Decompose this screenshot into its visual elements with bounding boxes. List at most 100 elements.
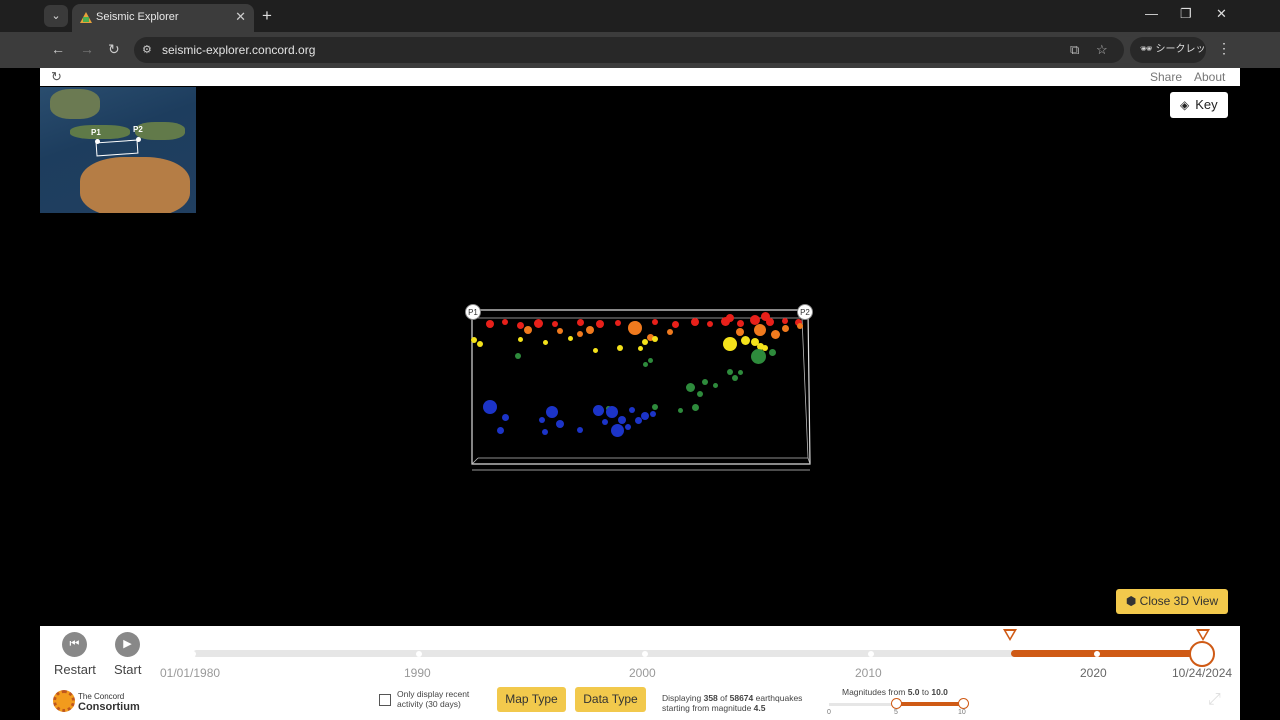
earthquake-marker[interactable]	[652, 336, 658, 342]
earthquake-marker[interactable]	[770, 329, 780, 339]
restore-icon[interactable]: ❐	[1180, 6, 1192, 22]
earthquake-marker[interactable]	[685, 382, 695, 392]
earthquake-marker[interactable]	[652, 404, 658, 410]
earthquake-marker[interactable]	[539, 417, 545, 423]
cross-section-p1-marker[interactable]: P1	[465, 304, 481, 320]
earthquake-marker[interactable]	[552, 321, 558, 327]
earthquake-marker[interactable]	[596, 320, 604, 328]
tab-search-button[interactable]: ⌄	[44, 5, 68, 27]
earthquake-marker[interactable]	[477, 341, 483, 347]
about-link[interactable]: About	[1194, 70, 1225, 84]
close-3d-view-button[interactable]: ⬢ Close 3D View	[1116, 589, 1228, 614]
earthquake-marker[interactable]	[515, 353, 521, 359]
earthquake-marker[interactable]	[586, 326, 594, 334]
cross-section-box[interactable]	[95, 139, 139, 157]
earthquake-marker[interactable]	[642, 361, 648, 367]
data-type-button[interactable]: Data Type	[575, 687, 646, 712]
earthquake-marker[interactable]	[610, 423, 624, 437]
earthquake-marker[interactable]	[567, 335, 573, 341]
earthquake-marker[interactable]	[556, 420, 564, 428]
earthquake-marker[interactable]	[726, 314, 734, 322]
earthquake-marker[interactable]	[517, 336, 523, 342]
earthquake-marker[interactable]	[750, 348, 766, 364]
reload-icon[interactable]: ↻	[108, 41, 120, 58]
magnitude-max-handle[interactable]	[958, 698, 969, 709]
earthquake-marker[interactable]	[740, 335, 750, 345]
earthquake-marker[interactable]	[606, 406, 618, 418]
earthquake-marker[interactable]	[617, 345, 623, 351]
back-icon[interactable]: ←	[51, 41, 65, 57]
fullscreen-icon[interactable]: ⤢	[1208, 691, 1221, 709]
earthquake-marker[interactable]	[697, 391, 703, 397]
earthquake-marker[interactable]	[557, 328, 563, 334]
browser-tab[interactable]: Seismic Explorer ✕	[72, 4, 254, 32]
timeline-playhead[interactable]	[1189, 641, 1215, 667]
cross-section-p2-marker[interactable]: P2	[797, 304, 813, 320]
earthquake-marker[interactable]	[781, 324, 789, 332]
earthquake-marker[interactable]	[618, 416, 626, 424]
earthquake-marker[interactable]	[483, 400, 497, 414]
earthquake-marker[interactable]	[524, 326, 532, 334]
earthquake-marker[interactable]	[577, 427, 583, 433]
earthquake-marker[interactable]	[797, 323, 803, 329]
bookmark-star-icon[interactable]: ☆	[1096, 42, 1108, 58]
earthquake-marker[interactable]	[712, 382, 718, 388]
tab-close-icon[interactable]: ✕	[235, 9, 246, 25]
site-info-icon[interactable]: ⚙	[142, 43, 152, 56]
earthquake-marker[interactable]	[502, 319, 508, 325]
translate-icon[interactable]: ⧉	[1070, 42, 1079, 58]
earthquake-marker[interactable]	[671, 320, 679, 328]
earthquake-marker[interactable]	[577, 331, 583, 337]
map-type-button[interactable]: Map Type	[497, 687, 566, 712]
earthquake-marker[interactable]	[592, 404, 604, 416]
earthquake-marker[interactable]	[542, 339, 548, 345]
earthquake-marker[interactable]	[647, 357, 653, 363]
earthquake-marker[interactable]	[615, 320, 621, 326]
earthquake-marker[interactable]	[702, 379, 708, 385]
earthquake-marker[interactable]	[546, 406, 558, 418]
earthquake-marker[interactable]	[723, 337, 737, 351]
earthquake-marker[interactable]	[576, 318, 584, 326]
earthquake-marker[interactable]	[486, 320, 494, 328]
incognito-badge[interactable]: 🕶 シークレット	[1130, 37, 1206, 81]
earthquake-marker[interactable]	[737, 369, 743, 375]
earthquake-marker[interactable]	[691, 318, 699, 326]
earthquake-marker[interactable]	[667, 329, 673, 335]
earthquake-marker[interactable]	[691, 403, 699, 411]
start-button[interactable]: ▶	[115, 632, 140, 657]
earthquake-marker[interactable]	[642, 339, 648, 345]
magnitude-min-handle[interactable]	[891, 698, 902, 709]
earthquake-marker[interactable]	[501, 413, 509, 421]
share-link[interactable]: Share	[1150, 70, 1182, 84]
earthquake-marker[interactable]	[496, 426, 504, 434]
minimap-p2-handle[interactable]	[136, 137, 141, 142]
earthquake-marker[interactable]	[707, 321, 713, 327]
window-close-icon[interactable]: ✕	[1216, 6, 1227, 22]
earthquake-marker[interactable]	[629, 407, 635, 413]
address-bar[interactable]: ⚙ seismic-explorer.concord.org ⧉ ☆	[134, 37, 1124, 63]
minimap-p1-handle[interactable]	[95, 139, 100, 144]
earthquake-marker[interactable]	[754, 324, 766, 336]
concord-consortium-logo[interactable]: The Concord Consortium	[53, 688, 143, 716]
forward-icon[interactable]: →	[80, 41, 94, 57]
earthquake-marker[interactable]	[736, 319, 744, 327]
restart-button[interactable]: ⏮	[62, 632, 87, 657]
earthquake-marker[interactable]	[592, 347, 598, 353]
earthquake-marker[interactable]	[471, 337, 477, 343]
new-tab-icon[interactable]: +	[262, 6, 272, 26]
earthquake-marker[interactable]	[637, 345, 643, 351]
earthquake-marker[interactable]	[542, 429, 548, 435]
minimize-icon[interactable]: —	[1145, 6, 1158, 21]
earthquake-marker[interactable]	[516, 321, 524, 329]
timeline-end-handle[interactable]	[1196, 629, 1210, 641]
earthquake-marker[interactable]	[533, 318, 543, 328]
earthquake-marker[interactable]	[628, 321, 642, 335]
earthquake-marker[interactable]	[677, 407, 683, 413]
3d-cross-section-view[interactable]: P1 P2	[460, 304, 820, 474]
key-button[interactable]: ◈ Key	[1170, 92, 1228, 118]
earthquake-marker[interactable]	[768, 348, 776, 356]
earthquake-marker[interactable]	[782, 318, 788, 324]
timeline-start-handle[interactable]	[1003, 629, 1017, 641]
earthquake-marker[interactable]	[760, 311, 770, 321]
earthquake-marker[interactable]	[650, 411, 656, 417]
